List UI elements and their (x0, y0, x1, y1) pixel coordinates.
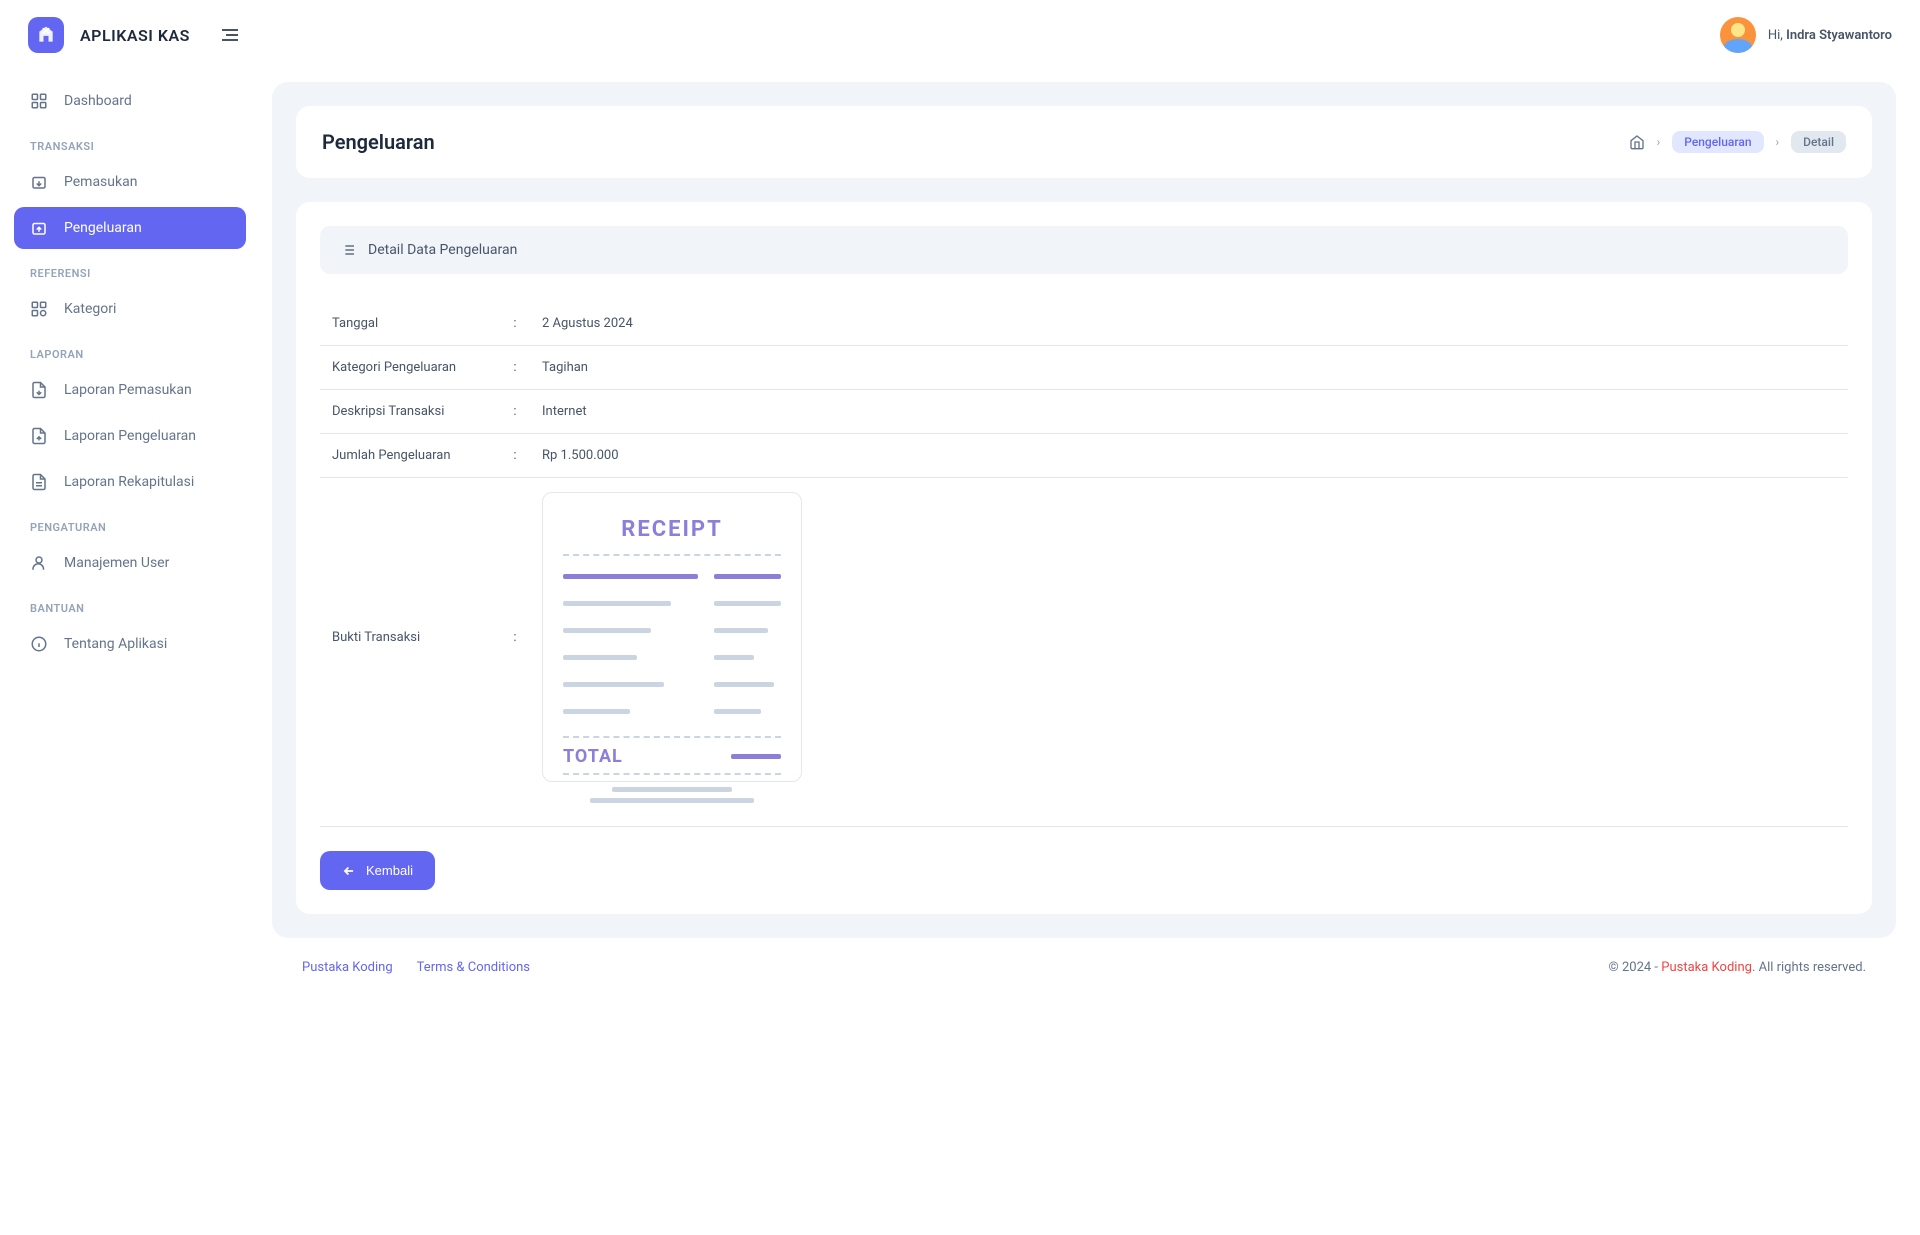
sidebar-item-label: Laporan Pengeluaran (64, 428, 196, 444)
receipt-image[interactable]: RECEIPT (542, 492, 802, 782)
sidebar-item-label: Laporan Rekapitulasi (64, 474, 194, 490)
info-icon (30, 635, 48, 653)
menu-icon (218, 23, 242, 47)
breadcrumb-current: Detail (1791, 131, 1846, 153)
field-value: 2 Agustus 2024 (530, 302, 1848, 346)
user-icon (30, 554, 48, 572)
table-row: Bukti Transaksi : RECEIPT (320, 478, 1848, 797)
sidebar-item-label: Kategori (64, 301, 116, 317)
detail-table: Tanggal : 2 Agustus 2024 Kategori Pengel… (320, 302, 1848, 796)
main-content: Pengeluaran › Pengeluaran › Detail Detai… (260, 70, 1920, 1021)
card-title: Detail Data Pengeluaran (368, 242, 517, 258)
category-icon (30, 300, 48, 318)
report-recap-icon (30, 473, 48, 491)
arrow-left-icon (342, 864, 356, 878)
report-income-icon (30, 381, 48, 399)
back-button-label: Kembali (366, 863, 413, 878)
sidebar: Dashboard TRANSAKSI Pemasukan Pengeluara… (0, 70, 260, 1021)
table-row: Deskripsi Transaksi : Internet (320, 390, 1848, 434)
card-header: Detail Data Pengeluaran (320, 226, 1848, 274)
sidebar-item-label: Pengeluaran (64, 220, 142, 236)
user-greeting: Hi, Indra Styawantoro (1768, 28, 1892, 43)
card-actions: Kembali (320, 826, 1848, 890)
field-label: Deskripsi Transaksi (320, 390, 500, 434)
income-icon (30, 173, 48, 191)
table-row: Kategori Pengeluaran : Tagihan (320, 346, 1848, 390)
chevron-right-icon: › (1776, 135, 1780, 149)
field-value: RECEIPT (530, 478, 1848, 797)
sidebar-item-label: Pemasukan (64, 174, 137, 190)
sidebar-item-label: Laporan Pemasukan (64, 382, 192, 398)
receipt-total-label: TOTAL (563, 746, 623, 767)
dashboard-icon (30, 92, 48, 110)
sidebar-section-laporan: LAPORAN (14, 334, 246, 369)
table-row: Jumlah Pengeluaran : Rp 1.500.000 (320, 434, 1848, 478)
sidebar-section-transaksi: TRANSAKSI (14, 126, 246, 161)
header-left: APLIKASI KAS (28, 17, 242, 53)
app-name: APLIKASI KAS (80, 26, 190, 45)
sidebar-item-label: Dashboard (64, 93, 132, 109)
receipt-title: RECEIPT (563, 517, 781, 542)
field-label: Jumlah Pengeluaran (320, 434, 500, 478)
footer: Pustaka Koding Terms & Conditions © 2024… (272, 938, 1896, 997)
report-expense-icon (30, 427, 48, 445)
field-label: Kategori Pengeluaran (320, 346, 500, 390)
sidebar-item-tentang-aplikasi[interactable]: Tentang Aplikasi (14, 623, 246, 665)
sidebar-item-pengeluaran[interactable]: Pengeluaran (14, 207, 246, 249)
logo-icon (36, 25, 56, 45)
app-logo[interactable] (28, 17, 64, 53)
detail-card: Detail Data Pengeluaran Tanggal : 2 Agus… (296, 202, 1872, 914)
back-button[interactable]: Kembali (320, 851, 435, 890)
page-header: Pengeluaran › Pengeluaran › Detail (296, 106, 1872, 178)
top-header: APLIKASI KAS Hi, Indra Styawantoro (0, 0, 1920, 70)
sidebar-item-dashboard[interactable]: Dashboard (14, 80, 246, 122)
chevron-right-icon: › (1657, 135, 1661, 149)
sidebar-section-pengaturan: PENGATURAN (14, 507, 246, 542)
field-value: Tagihan (530, 346, 1848, 390)
sidebar-item-laporan-rekapitulasi[interactable]: Laporan Rekapitulasi (14, 461, 246, 503)
footer-link-terms[interactable]: Terms & Conditions (417, 960, 530, 975)
field-value: Rp 1.500.000 (530, 434, 1848, 478)
table-row: Tanggal : 2 Agustus 2024 (320, 302, 1848, 346)
footer-copyright: © 2024 - Pustaka Koding. All rights rese… (1609, 960, 1866, 975)
breadcrumb: › Pengeluaran › Detail (1629, 131, 1846, 153)
avatar[interactable] (1720, 17, 1756, 53)
sidebar-item-label: Manajemen User (64, 555, 169, 571)
page-title: Pengeluaran (322, 130, 435, 154)
expense-icon (30, 219, 48, 237)
sidebar-item-laporan-pemasukan[interactable]: Laporan Pemasukan (14, 369, 246, 411)
breadcrumb-link[interactable]: Pengeluaran (1672, 131, 1763, 153)
sidebar-item-label: Tentang Aplikasi (64, 636, 167, 652)
sidebar-item-kategori[interactable]: Kategori (14, 288, 246, 330)
home-icon[interactable] (1629, 134, 1645, 150)
menu-toggle-button[interactable] (218, 23, 242, 47)
field-label: Bukti Transaksi (320, 478, 500, 797)
sidebar-item-laporan-pengeluaran[interactable]: Laporan Pengeluaran (14, 415, 246, 457)
footer-links: Pustaka Koding Terms & Conditions (302, 960, 530, 975)
footer-link-brand[interactable]: Pustaka Koding (302, 960, 393, 975)
sidebar-item-pemasukan[interactable]: Pemasukan (14, 161, 246, 203)
field-value: Internet (530, 390, 1848, 434)
sidebar-section-referensi: REFERENSI (14, 253, 246, 288)
field-label: Tanggal (320, 302, 500, 346)
list-icon (340, 242, 356, 258)
sidebar-item-manajemen-user[interactable]: Manajemen User (14, 542, 246, 584)
header-right: Hi, Indra Styawantoro (1720, 17, 1892, 53)
sidebar-section-bantuan: BANTUAN (14, 588, 246, 623)
